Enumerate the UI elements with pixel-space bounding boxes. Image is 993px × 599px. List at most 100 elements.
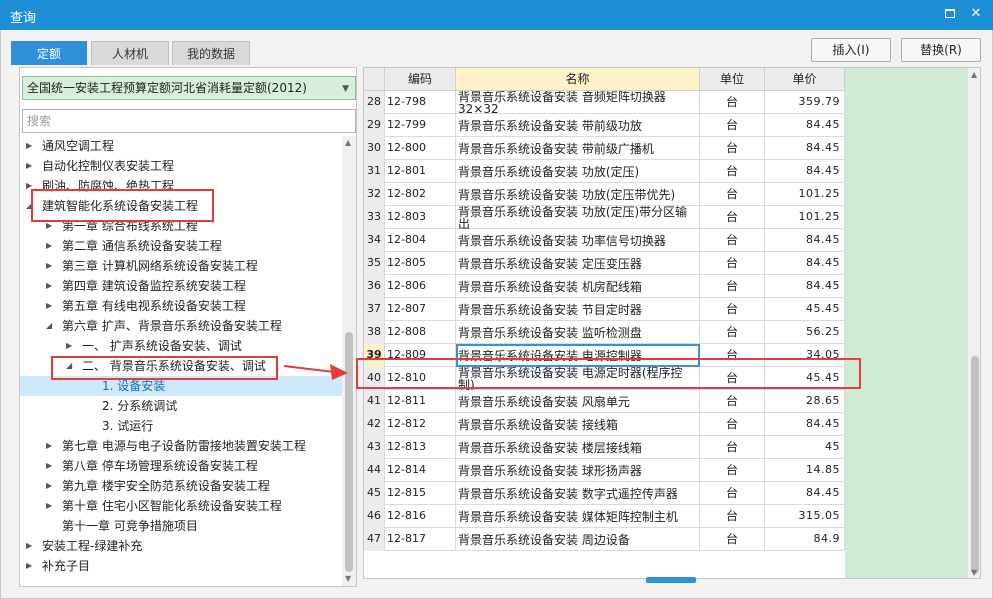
cell-rownum[interactable]: 42 [364,413,385,436]
cell-code[interactable]: 12-800 [385,137,456,160]
cell-price[interactable]: 84.45 [765,275,845,298]
cell-code[interactable]: 12-811 [385,390,456,413]
cell-unit[interactable]: 台 [700,505,765,528]
tree-node[interactable]: ▶ 第十章 住宅小区智能化系统设备安装工程 [20,496,342,516]
cell-price[interactable]: 84.45 [765,229,845,252]
cell-name[interactable]: 背景音乐系统设备安装 带前级广播机 [456,137,700,160]
cell-code[interactable]: 12-808 [385,321,456,344]
cell-rownum[interactable]: 46 [364,505,385,528]
table-row[interactable]: 44 12-814 背景音乐系统设备安装 球形扬声器 台 14.85 [364,459,845,482]
cell-name[interactable]: 背景音乐系统设备安装 数字式遥控传声器 [456,482,700,505]
cell-price[interactable]: 45.45 [765,298,845,321]
cell-name[interactable]: 背景音乐系统设备安装 功放(定压) [456,160,700,183]
cell-price[interactable]: 45 [765,436,845,459]
cell-rownum[interactable]: 43 [364,436,385,459]
tab-quota[interactable]: 定额 [11,41,87,65]
cell-code[interactable]: 12-804 [385,229,456,252]
cell-price[interactable]: 315.05 [765,505,845,528]
cell-price[interactable]: 84.45 [765,114,845,137]
cell-rownum[interactable]: 33 [364,206,385,229]
cell-name[interactable]: 背景音乐系统设备安装 机房配线箱 [456,275,700,298]
cell-price[interactable]: 84.45 [765,160,845,183]
header-price[interactable]: 单价 [765,68,845,91]
table-row[interactable]: 45 12-815 背景音乐系统设备安装 数字式遥控传声器 台 84.45 [364,482,845,505]
table-row[interactable]: 38 12-808 背景音乐系统设备安装 监听检测盘 台 56.25 [364,321,845,344]
tree-node[interactable]: 第十一章 可竞争措施项目 [20,516,342,536]
cell-unit[interactable]: 台 [700,436,765,459]
cell-unit[interactable]: 台 [700,321,765,344]
table-row[interactable]: 33 12-803 背景音乐系统设备安装 功放(定压)带分区输出台 101.25 [364,206,845,229]
cell-price[interactable]: 359.79 [765,91,845,114]
cell-rownum[interactable]: 29 [364,114,385,137]
replace-button[interactable]: 替换(R) [901,38,981,62]
tree-node[interactable]: ▶ 第七章 电源与电子设备防雷接地装置安装工程 [20,436,342,456]
cell-name[interactable]: 背景音乐系统设备安装 功放(定压带优先) [456,183,700,206]
table-row[interactable]: 36 12-806 背景音乐系统设备安装 机房配线箱 台 84.45 [364,275,845,298]
library-select[interactable]: 全国统一安装工程预算定额河北省消耗量定额(2012) ▼ [22,76,356,100]
scroll-thumb[interactable] [971,356,979,574]
cell-rownum[interactable]: 31 [364,160,385,183]
cell-name[interactable]: 背景音乐系统设备安装 定压变压器 [456,252,700,275]
cell-price[interactable]: 101.25 [765,183,845,206]
cell-rownum[interactable]: 36 [364,275,385,298]
caret-right-icon[interactable]: ▶ [46,456,52,476]
cell-unit[interactable]: 台 [700,482,765,505]
tree-node[interactable]: ◢ 第六章 扩声、背景音乐系统设备安装工程 [20,316,342,336]
cell-code[interactable]: 12-815 [385,482,456,505]
cell-unit[interactable]: 台 [700,114,765,137]
tree-node[interactable]: 3. 试运行 [20,416,342,436]
cell-name[interactable]: 背景音乐系统设备安装 风扇单元 [456,390,700,413]
table-row[interactable]: 43 12-813 背景音乐系统设备安装 楼层接线箱 台 45 [364,436,845,459]
cell-code[interactable]: 12-799 [385,114,456,137]
cell-code[interactable]: 12-807 [385,298,456,321]
cell-name[interactable]: 背景音乐系统设备安装 功放(定压)带分区输出 [456,206,700,229]
cell-name[interactable]: 背景音乐系统设备安装 球形扬声器 [456,459,700,482]
caret-right-icon[interactable]: ▶ [46,236,52,256]
cell-rownum[interactable]: 34 [364,229,385,252]
scroll-up-icon[interactable]: ▲ [345,138,351,147]
table-row[interactable]: 29 12-799 背景音乐系统设备安装 带前级功放 台 84.45 [364,114,845,137]
cell-price[interactable]: 14.85 [765,459,845,482]
cell-unit[interactable]: 台 [700,160,765,183]
cell-name[interactable]: 背景音乐系统设备安装 节目定时器 [456,298,700,321]
tree-node[interactable]: ▶ 第五章 有线电视系统设备安装工程 [20,296,342,316]
cell-code[interactable]: 12-816 [385,505,456,528]
tree-node[interactable]: ▶ 补充子目 [20,556,342,576]
cell-unit[interactable]: 台 [700,413,765,436]
cell-name[interactable]: 背景音乐系统设备安装 接线箱 [456,413,700,436]
table-row[interactable]: 41 12-811 背景音乐系统设备安装 风扇单元 台 28.65 [364,390,845,413]
cell-unit[interactable]: 台 [700,528,765,551]
cell-rownum[interactable]: 44 [364,459,385,482]
table-scrollbar[interactable]: ▲ ▼ [968,68,980,578]
cell-code[interactable]: 12-803 [385,206,456,229]
caret-right-icon[interactable]: ▶ [46,436,52,456]
cell-code[interactable]: 12-812 [385,413,456,436]
cell-rownum[interactable]: 37 [364,298,385,321]
table-row[interactable]: 30 12-800 背景音乐系统设备安装 带前级广播机 台 84.45 [364,137,845,160]
insert-button[interactable]: 插入(I) [811,38,891,62]
cell-rownum[interactable]: 32 [364,183,385,206]
cell-unit[interactable]: 台 [700,206,765,229]
table-row[interactable]: 37 12-807 背景音乐系统设备安装 节目定时器 台 45.45 [364,298,845,321]
cell-unit[interactable]: 台 [700,183,765,206]
tab-materials[interactable]: 人材机 [91,41,169,65]
cell-name[interactable]: 背景音乐系统设备安装 媒体矩阵控制主机 [456,505,700,528]
cell-code[interactable]: 12-817 [385,528,456,551]
cell-unit[interactable]: 台 [700,390,765,413]
cell-rownum[interactable]: 30 [364,137,385,160]
tree-node[interactable]: ▶ 安装工程-绿建补充 [20,536,342,556]
caret-right-icon[interactable]: ▶ [46,496,52,516]
header-name[interactable]: 名称 [456,68,700,91]
tree-node[interactable]: ▶ 一、 扩声系统设备安装、调试 [20,336,342,356]
cell-unit[interactable]: 台 [700,91,765,114]
cell-rownum[interactable]: 35 [364,252,385,275]
scroll-up-icon[interactable]: ▲ [971,70,977,79]
cell-name[interactable]: 背景音乐系统设备安装 带前级功放 [456,114,700,137]
cell-name[interactable]: 背景音乐系统设备安装 监听检测盘 [456,321,700,344]
tree-node[interactable]: ▶ 第二章 通信系统设备安装工程 [20,236,342,256]
caret-right-icon[interactable]: ▶ [66,336,72,356]
tree-node[interactable]: ▶ 自动化控制仪表安装工程 [20,156,342,176]
cell-price[interactable]: 84.45 [765,482,845,505]
cell-code[interactable]: 12-814 [385,459,456,482]
cell-name[interactable]: 背景音乐系统设备安装 周边设备 [456,528,700,551]
